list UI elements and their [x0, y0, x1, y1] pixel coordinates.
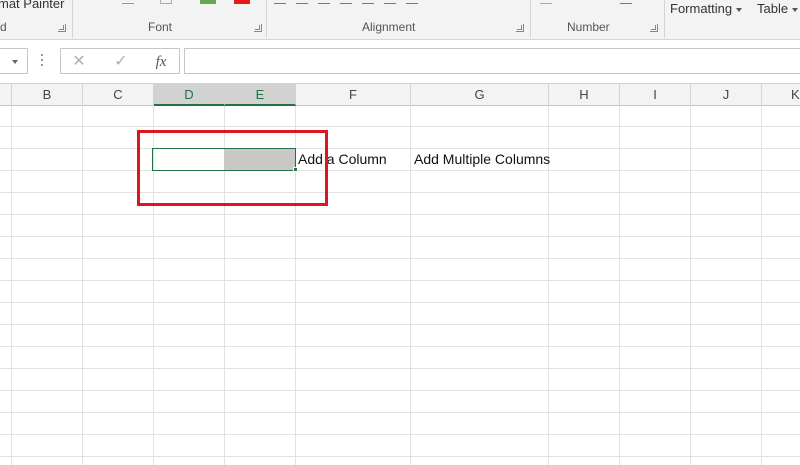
column-header-h[interactable]: H	[549, 84, 620, 106]
decimal-icon[interactable]	[620, 0, 632, 4]
gridline	[0, 412, 800, 413]
column-header-d[interactable]: D	[154, 84, 225, 106]
column-header-c[interactable]: C	[83, 84, 154, 106]
chevron-down-icon	[792, 7, 799, 12]
highlight-annotation-box	[137, 130, 328, 206]
column-header-i[interactable]: I	[620, 84, 691, 106]
drag-handle-icon[interactable]	[41, 54, 43, 68]
format-as-table-label: Table	[757, 1, 789, 16]
align-middle-icon[interactable]	[296, 0, 308, 4]
ribbon-divider	[266, 0, 267, 38]
font-group-label: Font	[148, 20, 173, 34]
gridline	[0, 236, 800, 237]
number-dialog-launcher-icon[interactable]	[650, 24, 658, 32]
conditional-formatting-dropdown[interactable]: Formatting	[670, 1, 743, 16]
clipboard-dialog-launcher-icon[interactable]	[58, 24, 66, 32]
border-button-icon[interactable]	[122, 0, 134, 4]
gridline	[0, 302, 800, 303]
column-header-e[interactable]: E	[225, 84, 296, 106]
chevron-down-icon	[736, 7, 743, 12]
gridline	[0, 258, 800, 259]
align-center-icon[interactable]	[362, 0, 374, 4]
column-header-g[interactable]: G	[411, 84, 549, 106]
check-icon[interactable]: ✓	[111, 52, 131, 72]
font-dialog-launcher-icon[interactable]	[254, 24, 262, 32]
gridline	[0, 434, 800, 435]
align-top-icon[interactable]	[274, 0, 286, 4]
gridline	[0, 192, 800, 193]
currency-icon[interactable]	[540, 0, 552, 4]
gridline	[0, 324, 800, 325]
gridline	[0, 390, 800, 391]
column-header-j[interactable]: J	[691, 84, 762, 106]
ribbon-divider	[72, 0, 73, 38]
gridline	[0, 346, 800, 347]
alignment-dialog-launcher-icon[interactable]	[516, 24, 524, 32]
gridline	[0, 148, 800, 149]
formula-input[interactable]	[184, 48, 800, 74]
align-left-icon[interactable]	[340, 0, 352, 4]
insert-function-icon[interactable]: fx	[151, 52, 171, 72]
column-header-a[interactable]	[0, 84, 12, 106]
align-right-icon[interactable]	[384, 0, 396, 4]
gridline	[0, 170, 800, 171]
gridline	[0, 214, 800, 215]
fill-color-icon[interactable]	[200, 0, 216, 4]
worksheet-grid[interactable]: Add a Column Add Multiple Columns	[0, 106, 800, 465]
indent-icon[interactable]	[406, 0, 418, 4]
ribbon-divider	[530, 0, 531, 38]
name-box[interactable]	[0, 48, 28, 74]
alignment-group-label: Alignment	[362, 20, 416, 34]
gridline	[0, 280, 800, 281]
column-header-f[interactable]: F	[296, 84, 411, 106]
chevron-down-icon[interactable]	[12, 60, 18, 64]
cancel-icon[interactable]: ✕	[69, 52, 89, 72]
font-button-icon[interactable]	[160, 0, 172, 4]
font-color-icon[interactable]	[234, 0, 250, 4]
column-header-b[interactable]: B	[12, 84, 83, 106]
format-painter-button[interactable]: mat Painter	[0, 0, 64, 11]
align-bottom-icon[interactable]	[318, 0, 330, 4]
cell-g3[interactable]: Add Multiple Columns	[414, 148, 550, 170]
column-headers: B C D E F G H I J K	[0, 84, 800, 106]
gridline	[0, 126, 800, 127]
clipboard-group-label: d	[0, 20, 7, 34]
formula-bar: ✕ ✓ fx	[0, 40, 800, 84]
ribbon-divider	[664, 0, 665, 38]
ribbon: mat Painter d Font Alignment Number Form…	[0, 0, 800, 40]
number-group-label: Number	[567, 20, 610, 34]
column-header-k[interactable]: K	[762, 84, 800, 106]
conditional-formatting-label: Formatting	[670, 1, 733, 16]
format-as-table-dropdown[interactable]: Table	[757, 1, 799, 16]
gridline	[0, 368, 800, 369]
formula-buttons: ✕ ✓ fx	[60, 48, 180, 74]
gridline	[0, 456, 800, 457]
